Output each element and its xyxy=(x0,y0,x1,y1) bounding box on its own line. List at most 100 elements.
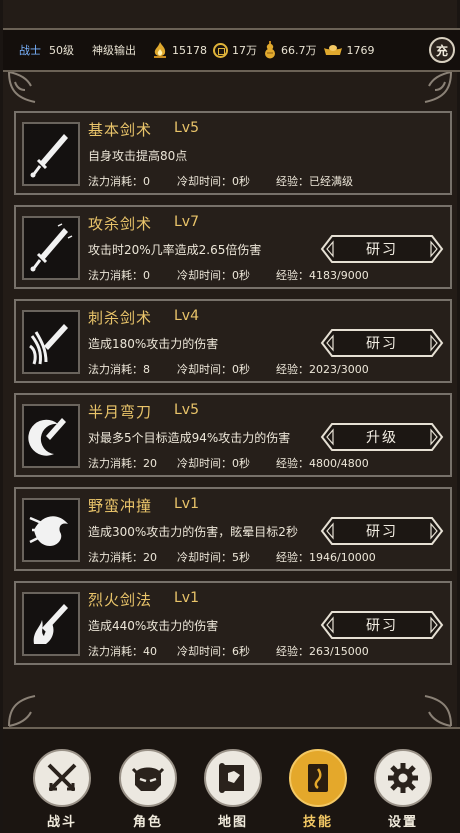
flame-icon xyxy=(154,42,166,58)
status-bar: 战士 50级 神级输出 15178 17万 66.7万 1769 充 xyxy=(3,28,460,72)
flame-value: 15178 xyxy=(172,43,207,57)
study-button[interactable]: 研习 xyxy=(320,234,444,264)
recharge-button[interactable]: 充 xyxy=(429,37,455,63)
skill-name: 野蛮冲撞 xyxy=(88,497,153,515)
skill-mana-cost: 法力消耗：0 xyxy=(88,269,150,282)
gourd-icon xyxy=(265,41,275,59)
nav-label: 战斗 xyxy=(46,815,77,830)
skill-card: 攻杀剑术 Lv7 攻击时20%几率造成2.65倍伤害 法力消耗：0 冷却时间：0秒… xyxy=(14,205,452,289)
game-screen: 战士 50级 神级输出 15178 17万 66.7万 1769 充 基本剑术 … xyxy=(0,0,460,833)
skill-description: 自身攻击提高80点 xyxy=(88,149,188,163)
skill-mana-cost: 法力消耗：20 xyxy=(88,551,157,564)
nav-settings[interactable]: 设置 xyxy=(372,749,434,833)
copper-value: 17万 xyxy=(232,44,257,57)
nav-icon-frame xyxy=(374,749,432,807)
flame-resource: 15178 xyxy=(152,41,207,59)
skill-level: Lv1 xyxy=(174,590,199,606)
skill-icon-frame xyxy=(22,404,80,468)
skill-description: 造成300%攻击力的伤害，眩晕目标2秒 xyxy=(88,525,298,539)
study-button[interactable]: 研习 xyxy=(320,328,444,358)
skill-exp: 经验：263/15000 xyxy=(276,645,369,658)
skill-card: 半月弯刀 Lv5 对最多5个目标造成94%攻击力的伤害 法力消耗：20 冷却时间：… xyxy=(14,393,452,477)
skill-icon-frame xyxy=(22,498,80,562)
nav-icon-frame xyxy=(33,749,91,807)
skill-exp: 经验：已经满级 xyxy=(276,175,353,188)
sword-icon xyxy=(30,223,73,272)
sword-icon xyxy=(30,134,68,178)
skill-level: Lv7 xyxy=(174,214,199,230)
skill-card: 刺杀剑术 Lv4 造成180%攻击力的伤害 法力消耗：8 冷却时间：0秒 经验：20… xyxy=(14,299,452,383)
study-button-label: 研习 xyxy=(366,336,398,352)
skill-cooldown: 冷却时间：5秒 xyxy=(177,551,250,564)
study-button-label: 研习 xyxy=(366,242,398,258)
crossed-swords-icon xyxy=(47,763,77,791)
study-button-label: 研习 xyxy=(366,618,398,634)
nav-label: 设置 xyxy=(387,815,418,830)
gear-icon xyxy=(388,763,418,793)
study-button[interactable]: 研习 xyxy=(320,516,444,546)
bottom-nav: 战斗 角色 地图 技能 设置 xyxy=(3,727,460,833)
skill-mana-cost: 法力消耗：20 xyxy=(88,457,157,470)
skill-icon-frame xyxy=(22,592,80,656)
corner-ornament-icon xyxy=(424,695,452,727)
skill-stats: 法力消耗：20 冷却时间：5秒 经验：1946/10000 xyxy=(88,549,376,565)
nav-map[interactable]: 地图 xyxy=(202,749,264,833)
skill-description: 对最多5个目标造成94%攻击力的伤害 xyxy=(88,431,291,445)
skill-name: 基本剑术 xyxy=(88,121,153,139)
ingot-resource: 1769 xyxy=(323,44,375,57)
skill-name: 攻杀剑术 xyxy=(88,215,153,233)
map-scroll-icon xyxy=(219,763,244,793)
skill-exp: 经验：4183/9000 xyxy=(276,269,369,282)
gourd-value: 66.7万 xyxy=(281,44,317,57)
skill-mana-cost: 法力消耗：40 xyxy=(88,645,157,658)
corner-ornament-icon xyxy=(8,695,36,727)
character-title: 神级输出 xyxy=(92,44,136,57)
nav-label: 角色 xyxy=(132,815,163,830)
skill-exp: 经验：2023/3000 xyxy=(276,363,369,376)
character-class: 战士 xyxy=(19,44,41,57)
skill-stats: 法力消耗：0 冷却时间：0秒 经验：已经满级 xyxy=(88,173,353,189)
nav-battle[interactable]: 战斗 xyxy=(31,749,93,833)
skill-icon-frame xyxy=(22,216,80,280)
skill-stats: 法力消耗：40 冷却时间：6秒 经验：263/15000 xyxy=(88,643,369,659)
skill-icon-frame xyxy=(22,310,80,374)
skill-stats: 法力消耗：20 冷却时间：0秒 经验：4800/4800 xyxy=(88,455,369,471)
nav-icon-frame xyxy=(289,749,347,807)
charge-rush-icon xyxy=(29,516,68,546)
skill-cooldown: 冷却时间：6秒 xyxy=(177,645,250,658)
skill-exp: 经验：4800/4800 xyxy=(276,457,369,470)
skill-description: 造成180%攻击力的伤害 xyxy=(88,337,219,351)
skill-card: 烈火剑法 Lv1 造成440%攻击力的伤害 法力消耗：40 冷却时间：6秒 经验：2… xyxy=(14,581,452,665)
copper-coin-icon xyxy=(213,42,228,58)
corner-ornament-icon xyxy=(8,71,36,103)
upgrade-button[interactable]: 升级 xyxy=(320,422,444,452)
ingot-value: 1769 xyxy=(346,43,375,57)
skill-stats: 法力消耗：0 冷却时间：0秒 经验：4183/9000 xyxy=(88,267,369,283)
skill-card: 野蛮冲撞 Lv1 造成300%攻击力的伤害，眩晕目标2秒 法力消耗：20 冷却时间… xyxy=(14,487,452,571)
gourd-resource: 66.7万 xyxy=(263,41,317,59)
skill-book-icon xyxy=(308,764,328,792)
helmet-icon xyxy=(131,767,165,791)
nav-character[interactable]: 角色 xyxy=(117,749,179,833)
thrust-slash-icon xyxy=(29,324,68,365)
half-moon-blade-icon xyxy=(28,418,66,456)
nav-icon-frame xyxy=(119,749,177,807)
skill-description: 攻击时20%几率造成2.65倍伤害 xyxy=(88,243,262,257)
study-button[interactable]: 研习 xyxy=(320,610,444,640)
nav-label: 地图 xyxy=(217,815,248,830)
skill-level: Lv4 xyxy=(174,308,199,324)
skill-level: Lv1 xyxy=(174,496,199,512)
nav-skills[interactable]: 技能 xyxy=(287,749,349,833)
skill-icon-frame xyxy=(22,122,80,186)
corner-ornament-icon xyxy=(424,71,452,103)
skill-mana-cost: 法力消耗：8 xyxy=(88,363,150,376)
flaming-sword-icon xyxy=(33,604,68,644)
skill-level: Lv5 xyxy=(174,120,199,136)
copper-resource: 17万 xyxy=(213,42,257,58)
upgrade-button-label: 升级 xyxy=(366,430,398,446)
study-button-label: 研习 xyxy=(366,524,398,540)
skill-name: 烈火剑法 xyxy=(88,591,153,609)
gold-ingot-icon xyxy=(323,45,342,55)
skill-exp: 经验：1946/10000 xyxy=(276,551,376,564)
skill-stats: 法力消耗：8 冷却时间：0秒 经验：2023/3000 xyxy=(88,361,369,377)
